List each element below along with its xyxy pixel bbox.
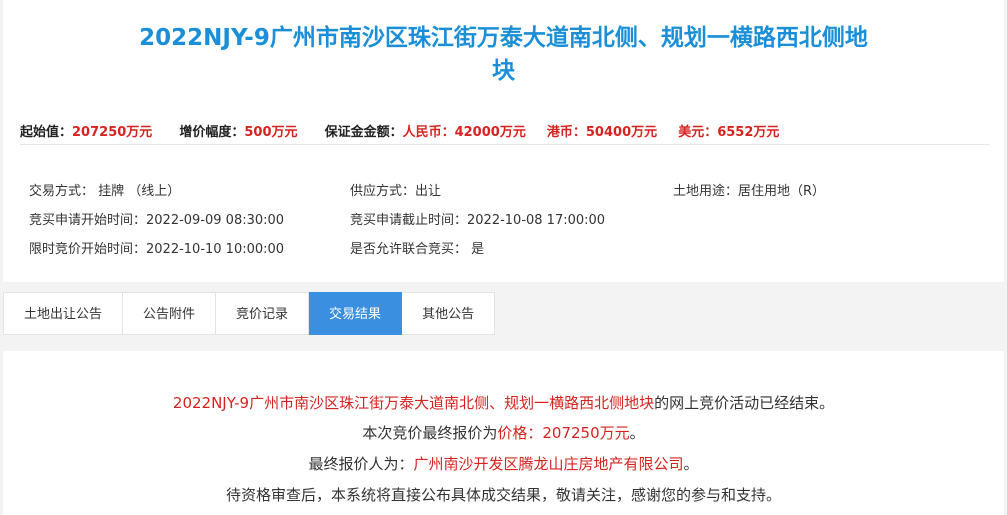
tab-land-announcement[interactable]: 土地出让公告 xyxy=(3,292,124,335)
page-title-line2: 块 xyxy=(492,58,515,84)
tab-attachments[interactable]: 公告附件 xyxy=(123,292,217,335)
result-parcel-name: 2022NJY-9广州市南沙区珠江街万泰大道南北侧、规划一横路西北侧地块 xyxy=(172,394,655,412)
result-bidder-suffix: 。 xyxy=(683,455,699,473)
apply-start-time: 竞买申请开始时间：2022-09-09 08:30:00 xyxy=(29,213,285,228)
tab-bid-records[interactable]: 竞价记录 xyxy=(216,292,310,335)
page-title-line1: 2022NJY-9广州市南沙区珠江街万泰大道南北侧、规划一横路西北侧地 xyxy=(139,25,868,51)
result-final-price: 价格：207250万元 xyxy=(497,424,630,442)
joint-bid-allowed: 是否允许联合竞买： 是 xyxy=(350,242,485,257)
deposit-hkd-value: 港币：50400万元 xyxy=(546,125,658,140)
apply-end-time: 竞买申请截止时间：2022-10-08 17:00:00 xyxy=(350,213,606,228)
deposit-label: 保证金金额： xyxy=(324,125,403,140)
auction-info-panel: 2022NJY-9广州市南沙区珠江街万泰大道南北侧、规划一横路西北侧地 块 起始… xyxy=(3,0,1004,282)
section-divider xyxy=(20,144,990,145)
tab-bar: 土地出让公告 公告附件 竞价记录 交易结果 其他公告 xyxy=(3,292,496,335)
increment-value: 500万元 xyxy=(244,125,298,140)
tab-trade-result[interactable]: 交易结果 xyxy=(309,292,403,335)
increment-label: 增价幅度： xyxy=(179,125,245,140)
land-use: 土地用途：居住用地（R） xyxy=(673,184,826,199)
result-line-price: 本次竞价最终报价为价格：207250万元。 xyxy=(3,422,1004,443)
trade-mode: 交易方式： 挂牌 （线上） xyxy=(29,184,181,199)
result-ended-text: 的网上竞价活动已经结束。 xyxy=(654,394,835,412)
deposit-usd-value: 美元：6552万元 xyxy=(678,125,780,140)
result-bidder-name: 广州南沙开发区腾龙山庄房地产有限公司 xyxy=(413,455,684,473)
tab-other-announcements[interactable]: 其他公告 xyxy=(402,292,496,335)
start-price-value: 207250万元 xyxy=(72,125,153,140)
result-bidder-prefix: 最终报价人为： xyxy=(308,455,414,473)
result-price-prefix: 本次竞价最终报价为 xyxy=(362,424,498,442)
page-title: 2022NJY-9广州市南沙区珠江街万泰大道南北侧、规划一横路西北侧地 块 xyxy=(3,22,1004,88)
bid-start-time: 限时竞价开始时间：2022-10-10 10:00:00 xyxy=(29,242,285,257)
pricing-row: 起始值：207250万元 增价幅度：500万元 保证金金额：人民币：42000万… xyxy=(20,121,990,140)
supply-mode: 供应方式：出让 xyxy=(350,184,442,199)
result-line-notice: 待资格审查后，本系统将直接公布具体成交结果，敬请关注，感谢您的参与和支持。 xyxy=(225,486,781,504)
result-line-bidder: 最终报价人为：广州南沙开发区腾龙山庄房地产有限公司。 xyxy=(3,453,1004,474)
result-line-ended: 2022NJY-9广州市南沙区珠江街万泰大道南北侧、规划一横路西北侧地块的网上竞… xyxy=(3,392,1004,413)
result-price-suffix: 。 xyxy=(629,424,645,442)
deposit-rmb-value: 人民币：42000万元 xyxy=(402,125,526,140)
start-price-label: 起始值： xyxy=(20,125,73,140)
result-panel: 2022NJY-9广州市南沙区珠江街万泰大道南北侧、规划一横路西北侧地块的网上竞… xyxy=(3,351,1004,515)
